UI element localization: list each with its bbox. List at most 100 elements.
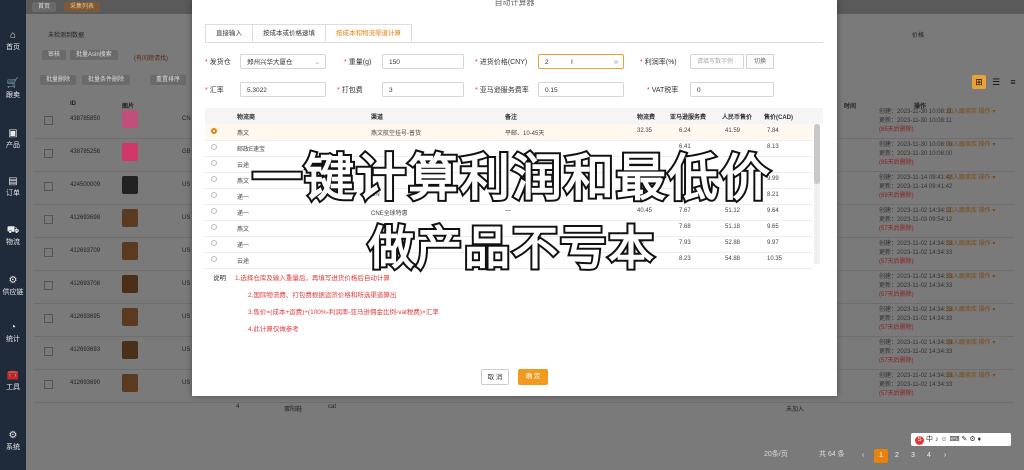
row-checkbox[interactable]	[44, 281, 53, 290]
tab-quick-fill[interactable]: 按成本或价格速填	[252, 24, 326, 42]
product-image[interactable]	[122, 341, 138, 359]
row-delete-note: (57天后删除)	[879, 292, 914, 298]
product-image[interactable]	[122, 110, 138, 128]
row-created: 创建：2023-11-02 14:34:33	[879, 340, 953, 346]
clear-icon[interactable]: ⊗	[614, 55, 619, 70]
cell-vendor: 燕文	[237, 131, 250, 137]
cancel-button[interactable]: 取 消	[481, 369, 509, 385]
page-size-select[interactable]: 20条/页	[764, 449, 788, 459]
purchase-price-input[interactable]: 2 I ⊗	[538, 54, 624, 69]
row-checkbox[interactable]	[44, 380, 53, 389]
row-id: 438785850	[70, 116, 101, 122]
list-view-icon[interactable]: ☰	[989, 75, 1003, 89]
col-amazon-fee: 亚马逊服务费	[670, 115, 707, 121]
sidebar-item-label: 供应链	[2, 289, 24, 296]
row-delete-note: (57天后删除)	[879, 391, 914, 397]
warehouse-select[interactable]: 郑州兴华大厦仓 ⌄	[240, 54, 326, 69]
row-id: 412693690	[70, 380, 101, 386]
sidebar-item-0[interactable]: ⌂ 首页	[0, 30, 26, 52]
product-image[interactable]	[122, 374, 138, 392]
amazon-fee-rate-input[interactable]: 0.15	[538, 82, 624, 97]
bulk-asin-button[interactable]: 批量Asin搜索	[70, 50, 118, 60]
vat-rate-input[interactable]: 0	[690, 82, 774, 97]
note-2: 2.国际物流费、打包费根据运货价格和所选渠道算出	[248, 292, 397, 299]
bulk-delete-button[interactable]: 批量删除	[40, 75, 77, 85]
prev-page-button[interactable]: ‹	[856, 449, 870, 463]
packing-fee-input[interactable]: 3	[382, 82, 464, 97]
toggle-button[interactable]: 切换	[746, 54, 774, 69]
profit-rate-input[interactable]: 请填写数字例	[690, 54, 744, 69]
exchange-rate-label: * 汇率	[205, 87, 224, 94]
audit-button[interactable]: 审核	[42, 50, 67, 60]
sidebar-item-7[interactable]: 🧰 工具	[0, 370, 26, 392]
next-page-button[interactable]: ›	[938, 449, 952, 463]
price-filter: 价格	[912, 33, 925, 39]
tab-home[interactable]: 首页	[32, 2, 57, 12]
note-3: 3.售价=(成本+运费)÷(100%-利润率-亚马逊佣金比例-vat税费)×汇率	[248, 309, 439, 316]
sidebar-item-label: 工具	[6, 384, 20, 391]
page-4-button[interactable]: 4	[922, 449, 936, 463]
row-updated: 更新：2023-11-30 10:08:11	[879, 118, 952, 124]
grid-view-icon[interactable]: ⊞	[972, 75, 986, 89]
tools-icon: 🧰	[6, 370, 20, 381]
cell-fee: 32.35	[637, 128, 653, 134]
sidebar-item-8[interactable]: ⚙ 系统	[0, 430, 26, 452]
profit-rate-label: * 利润率(%)	[640, 59, 677, 66]
row-ops[interactable]: 加入跟卖库 操作 ▾	[947, 106, 995, 115]
weight-input[interactable]: 150	[382, 54, 464, 69]
col-cny-price: 人民币售价	[722, 115, 753, 121]
page-2-button[interactable]: 2	[890, 449, 904, 463]
col-channel: 渠道	[371, 115, 384, 121]
product-image[interactable]	[122, 308, 138, 326]
row-checkbox[interactable]	[44, 347, 53, 356]
row-ops[interactable]: 加入跟卖库 操作 ▾	[947, 370, 995, 379]
vat-rate-label: * VAT税率	[647, 87, 679, 94]
promo-subheadline: 做产品不亏本	[366, 219, 656, 277]
cell-cad: 7.84	[767, 128, 779, 134]
row-country: US	[182, 347, 191, 353]
promo-headline: 一键计算利润和最低价	[250, 147, 772, 209]
sidebar-item-6[interactable]: ◔ 统计	[0, 322, 26, 344]
row-updated: 更新：2023-11-02 14:34:33	[879, 283, 953, 289]
tab-collect-list[interactable]: 采集列表	[64, 2, 101, 12]
cell-cny: 41.59	[725, 128, 741, 134]
tab-direct-input[interactable]: 直接输入	[205, 24, 253, 42]
col-vendor: 物流商	[237, 115, 256, 121]
col-note: 备注	[505, 115, 518, 121]
row-ops[interactable]: 加入跟卖库 操作 ▾	[947, 304, 995, 313]
sidebar-item-1[interactable]: 🛒 跟卖	[0, 78, 26, 100]
row-delete-note: (57天后删除)	[879, 358, 914, 364]
sidebar-item-label: 跟卖	[6, 92, 20, 99]
col-cad-price: 售价(CAD)	[764, 115, 793, 121]
row-checkbox[interactable]	[44, 116, 53, 125]
reset-sort-button[interactable]: 重置排序	[150, 75, 187, 85]
confirm-button[interactable]: 确 定	[518, 369, 548, 385]
row-ops[interactable]: 加入跟卖库 操作 ▾	[947, 337, 995, 346]
row-country: US	[182, 314, 191, 320]
row-created: 创建：2023-11-02 14:34:33	[879, 373, 953, 379]
bottom-row-tag: cat	[328, 404, 337, 410]
bottom-row-num: 4	[236, 404, 240, 410]
menu-icon[interactable]: ≡	[1006, 75, 1020, 89]
page-3-button[interactable]: 3	[906, 449, 920, 463]
sidebar-item-5[interactable]: ⚙ 供应链	[0, 275, 26, 297]
ime-toolbar[interactable]: S中 ♪ ☺ ⌨ ✎ ⚙ ♦	[911, 433, 1011, 446]
page-1-button[interactable]: 1	[874, 449, 888, 463]
row-country: US	[182, 380, 191, 386]
dialog-tabs: 直接输入 按成本或价格速填 按成本和物流渠道计算	[205, 24, 823, 43]
table-header: 物流商 渠道 备注 物流费 亚马逊服务费 人民币售价 售价(CAD)	[205, 108, 823, 124]
row-updated: 更新：2023-11-02 14:34:33	[879, 316, 953, 322]
cell-amz: 6.24	[679, 128, 691, 134]
exchange-rate-input[interactable]: 5.3022	[240, 82, 326, 97]
bulk-conditional-delete-button[interactable]: 批量条件删除	[82, 75, 131, 85]
row-checkbox[interactable]	[44, 314, 53, 323]
row-updated: 更新：2023-11-02 14:34:33	[879, 382, 953, 388]
row-radio[interactable]	[211, 128, 217, 134]
row-created: 创建：2023-11-02 14:34:33	[879, 307, 953, 313]
hint-text: (有问题请找)	[134, 56, 168, 62]
row-country: CN	[182, 116, 191, 122]
stats-icon: ◔	[9, 322, 17, 333]
note-4: 4.此计算仅做参考	[248, 326, 299, 333]
tab-cost-logistics[interactable]: 按成本和物流渠道计算	[325, 24, 412, 42]
ime-logo-icon: S	[915, 436, 924, 445]
